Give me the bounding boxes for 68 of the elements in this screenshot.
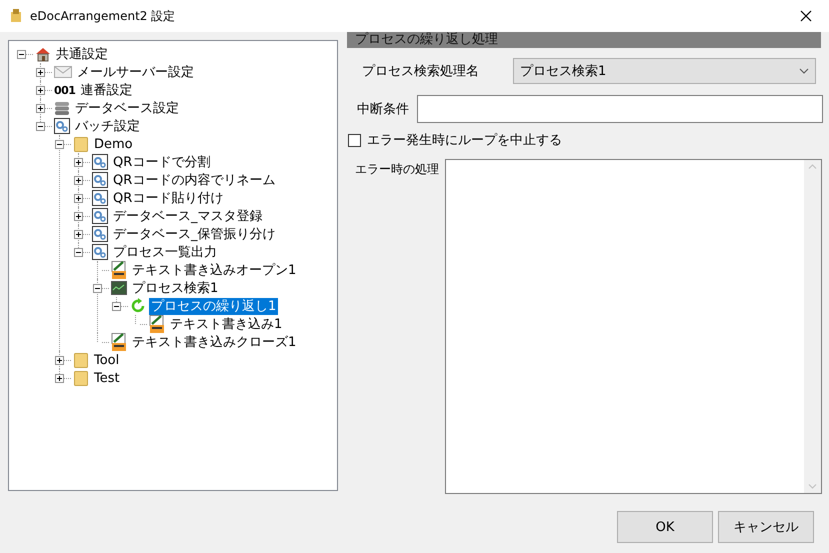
checkbox-label: エラー発生時にループを中止する [367,132,562,149]
expand-toggle[interactable] [36,86,45,94]
cancel-button[interactable]: キャンセル [718,511,814,543]
expand-toggle[interactable] [36,122,45,130]
expand-toggle[interactable] [93,284,102,292]
tree-item[interactable]: プロセス一覧出力 [111,244,219,260]
house-icon [35,46,51,62]
expand-toggle[interactable] [17,50,26,58]
ok-button[interactable]: OK [617,511,713,543]
expand-toggle[interactable] [74,194,83,202]
database-icon [54,100,70,116]
checkbox[interactable] [348,134,361,146]
tree-item[interactable]: プロセス検索1 [130,280,220,296]
tree-item[interactable]: 連番設定 [78,82,134,98]
monitor-icon [111,281,127,295]
expand-toggle[interactable] [74,230,83,238]
folder-icon [74,370,88,386]
close-icon [800,10,812,22]
gear-window-icon [92,208,108,224]
folder-icon [74,352,88,368]
tree-item[interactable]: プロセスの繰り返し1 [149,298,278,314]
section-header: プロセスの繰り返し処理 [347,32,821,48]
envelope-icon [54,65,72,79]
text-file-icon [111,333,127,351]
expand-toggle[interactable] [74,248,83,256]
gear-window-icon [92,226,108,242]
expand-toggle[interactable] [36,68,45,76]
field-label: エラー時の処理 [355,161,440,178]
field-label: プロセス検索処理名 [362,63,480,80]
tree-item[interactable]: テキスト書き込みクローズ1 [130,334,298,350]
tree-item[interactable]: メールサーバー設定 [75,64,196,80]
tree-item[interactable]: Demo [92,136,135,152]
expand-toggle[interactable] [74,176,83,184]
tree-item[interactable]: テキスト書き込み1 [168,316,284,332]
expand-toggle[interactable] [55,356,64,364]
number-label: 001 [54,84,76,96]
tree-item[interactable]: データベース設定 [73,100,181,116]
chevron-down-icon [799,68,809,74]
gear-window-icon [92,190,108,206]
gear-window-icon [92,172,108,188]
gear-window-icon [92,154,108,170]
text-file-icon [149,315,165,333]
app-icon [10,9,22,23]
expand-toggle[interactable] [74,212,83,220]
folder-icon [74,136,88,152]
gear-window-icon [92,244,108,260]
tree-item[interactable]: QRコードの内容でリネーム [111,172,278,188]
expand-toggle[interactable] [74,158,83,166]
tree-item[interactable]: データベース_保管振り分け [111,226,278,242]
expand-toggle[interactable] [36,104,45,112]
gear-window-icon [54,118,70,134]
process-dropdown[interactable]: プロセス検索1 [513,58,816,84]
tree-item[interactable]: Test [92,370,122,386]
expand-toggle[interactable] [55,374,64,382]
refresh-icon [130,298,146,314]
window-title: eDocArrangement2 設定 [30,8,176,24]
expand-toggle[interactable] [55,140,64,148]
input-field[interactable] [417,95,823,123]
tree-item[interactable]: 共通設定 [54,46,110,62]
tree-item[interactable]: テキスト書き込みオープン1 [130,262,298,278]
tree-item[interactable]: バッチ設定 [73,118,142,134]
tree-item[interactable]: QRコードで分割 [111,154,212,170]
expand-toggle[interactable] [112,302,121,310]
text-file-icon [111,261,127,279]
tree-item[interactable]: データベース_マスタ登録 [111,208,264,224]
tree-item[interactable]: QRコード貼り付け [111,190,226,206]
tree-item[interactable]: Tool [92,352,122,368]
field-label: 中断条件 [357,101,410,118]
